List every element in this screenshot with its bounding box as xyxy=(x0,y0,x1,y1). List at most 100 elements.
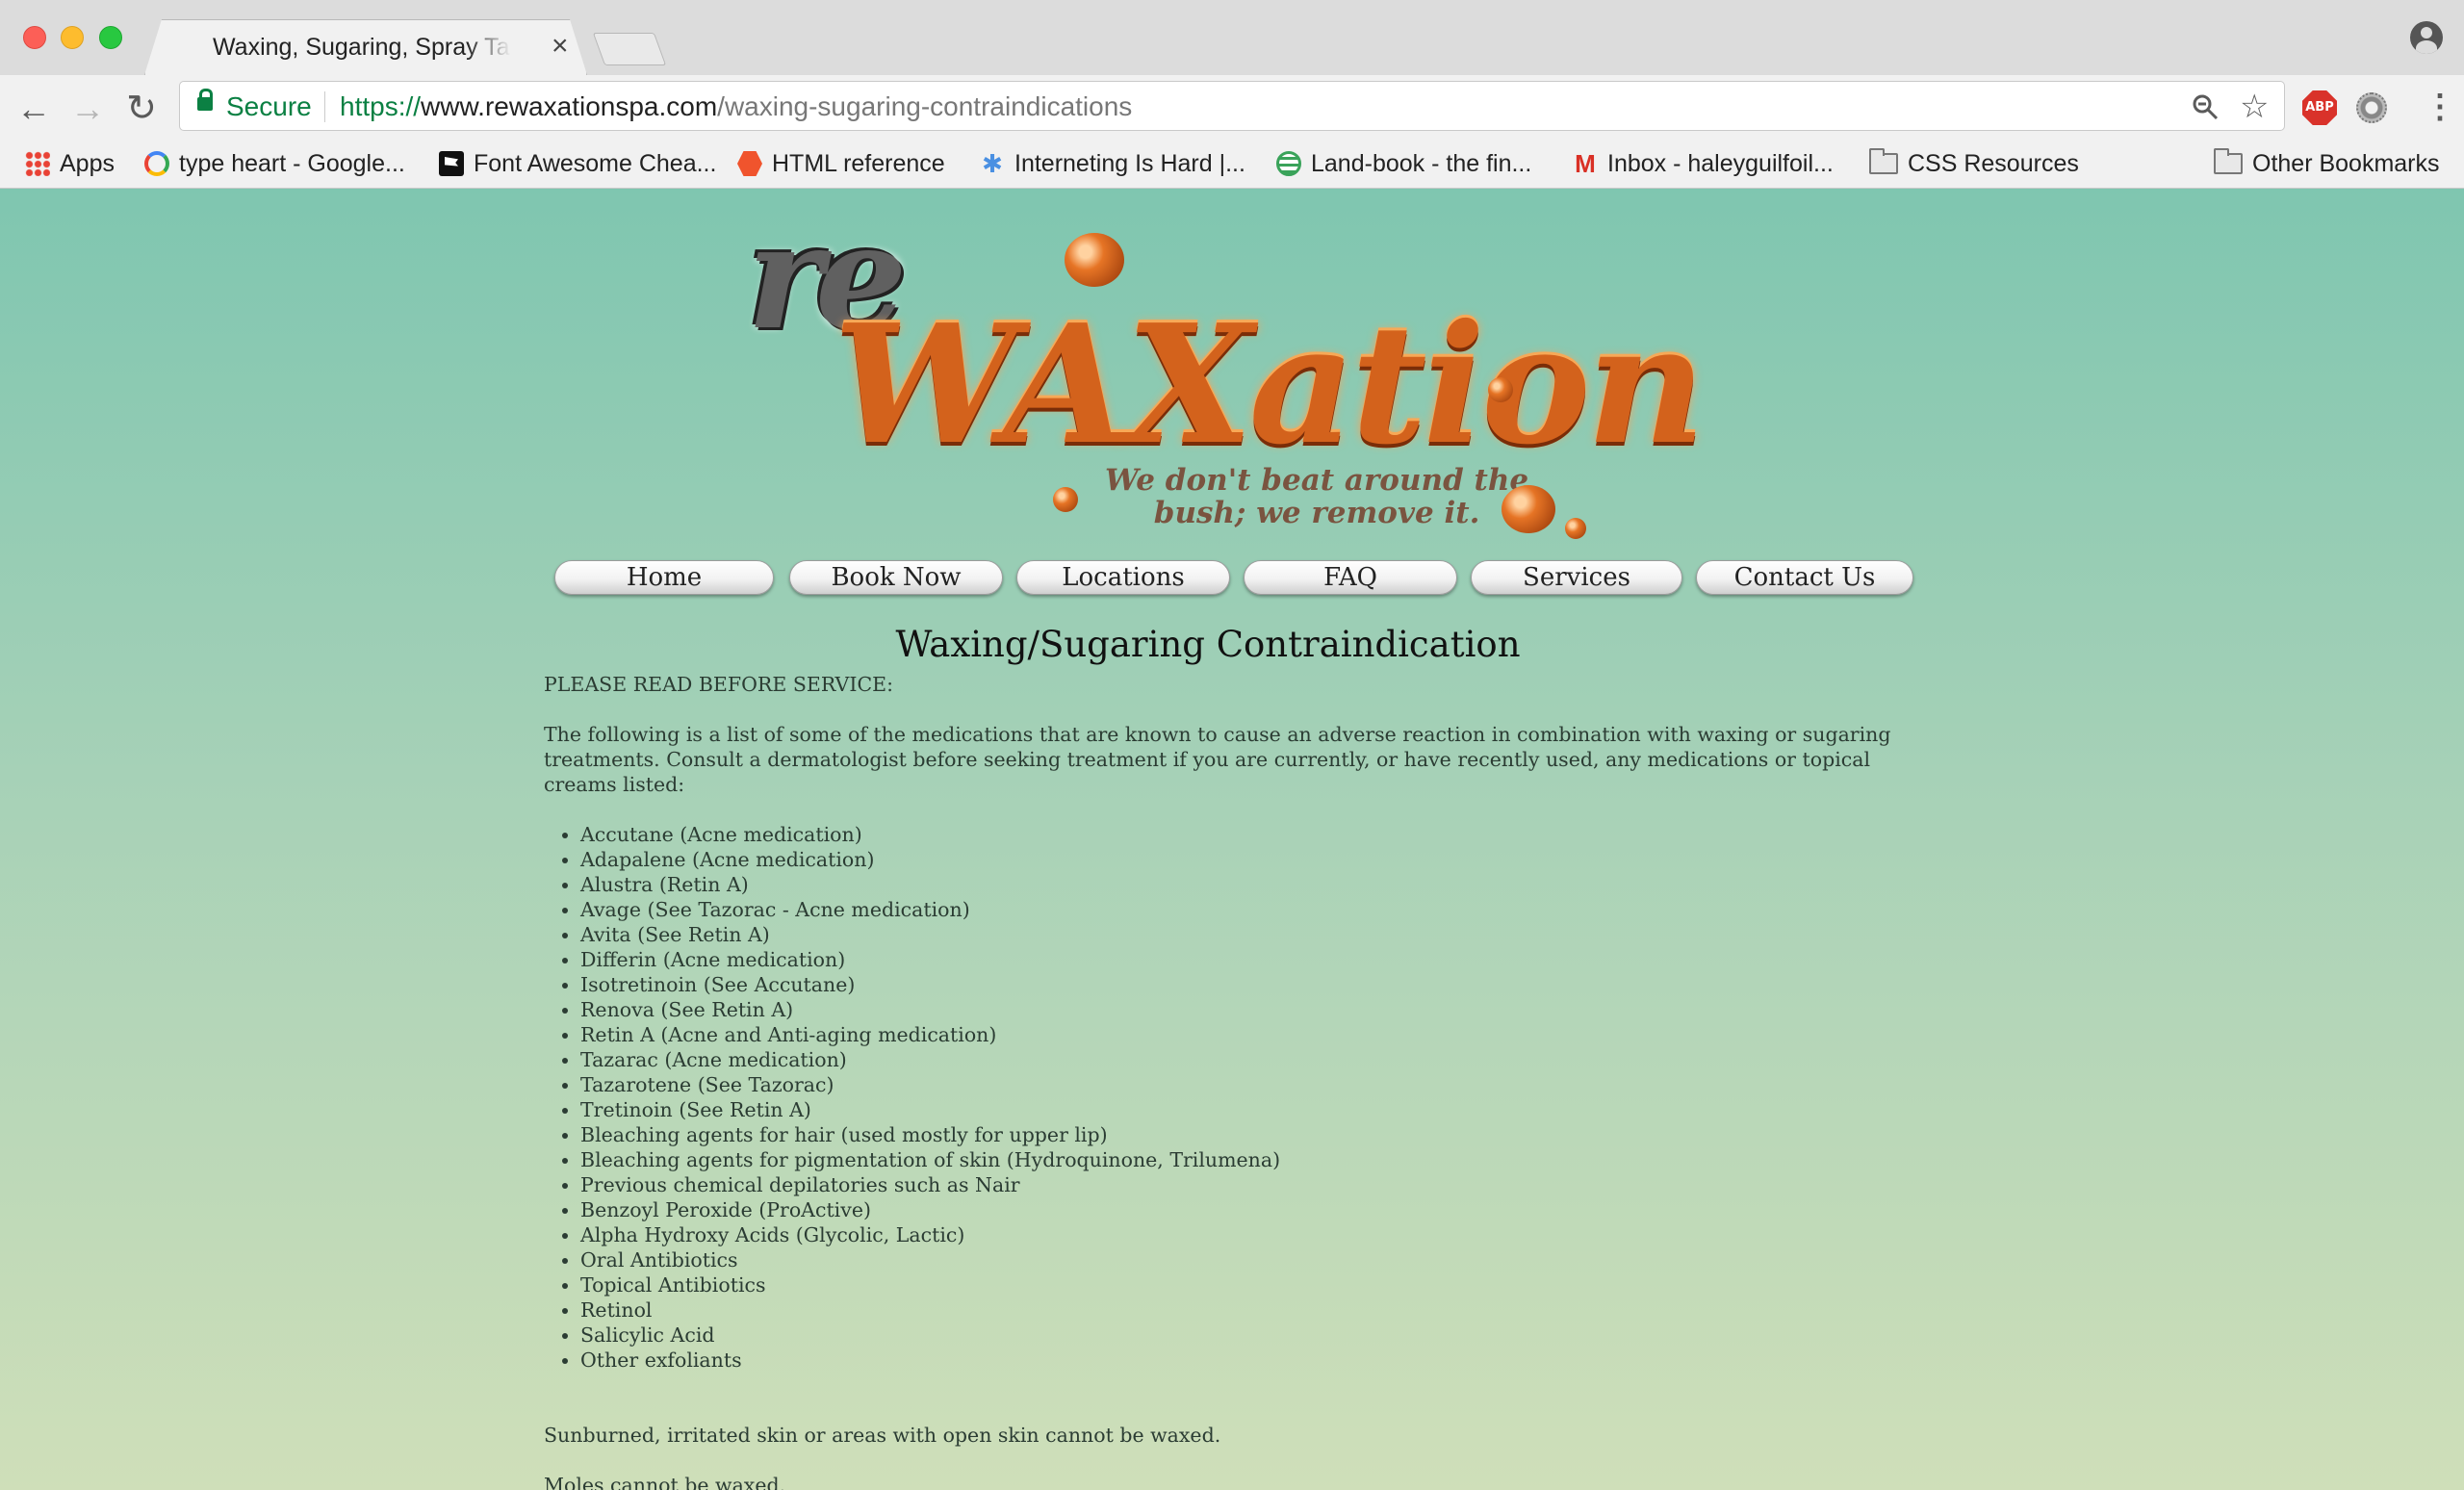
bookmarks-bar: Apps type heart - Google... Font Awesome… xyxy=(0,142,2464,189)
moles-note: Moles cannot be waxed. xyxy=(544,1474,786,1490)
list-item: Bleaching agents for pigmentation of ski… xyxy=(580,1147,1920,1172)
url-path: /waxing-sugaring-contraindications xyxy=(717,91,1133,121)
tab-active[interactable]: Waxing, Sugaring, Spray Tanning × xyxy=(144,19,587,75)
bookmark-font-awesome[interactable]: Font Awesome Chea... xyxy=(439,146,716,181)
wax-drop-icon xyxy=(1065,233,1124,287)
list-item: Avita (See Retin A) xyxy=(580,922,1920,947)
bookmark-label: CSS Resources xyxy=(1908,149,2079,177)
list-item: Isotretinoin (See Accutane) xyxy=(580,972,1920,997)
apps-icon xyxy=(25,151,50,176)
list-item: Tretinoin (See Retin A) xyxy=(580,1097,1920,1122)
list-item: Previous chemical depilatories such as N… xyxy=(580,1172,1920,1197)
tagline-line-2: bush; we remove it. xyxy=(1153,496,1480,530)
interneting-is-hard-icon: ✱ xyxy=(982,149,1003,178)
list-item: Tazarotene (See Tazorac) xyxy=(580,1072,1920,1097)
nav-locations-button[interactable]: Locations xyxy=(1016,560,1230,595)
nav-book-now-button[interactable]: Book Now xyxy=(789,560,1003,595)
bookmark-label: HTML reference xyxy=(772,149,945,177)
html-reference-icon xyxy=(737,151,762,176)
list-item: Avage (See Tazorac - Acne medication) xyxy=(580,897,1920,922)
list-item: Oral Antibiotics xyxy=(580,1247,1920,1272)
bookmark-type-heart[interactable]: type heart - Google... xyxy=(144,146,405,181)
list-item: Alpha Hydroxy Acids (Glycolic, Lactic) xyxy=(580,1222,1920,1247)
nav-services-button[interactable]: Services xyxy=(1471,560,1682,595)
secure-label: Secure xyxy=(226,91,312,121)
list-item: Renova (See Retin A) xyxy=(580,997,1920,1022)
bookmark-html-reference[interactable]: HTML reference xyxy=(737,146,945,181)
bookmark-inbox[interactable]: M Inbox - haleyguilfoil... xyxy=(1573,146,1834,181)
other-bookmarks[interactable]: Other Bookmarks xyxy=(2214,146,2440,181)
folder-icon xyxy=(2214,148,2243,174)
tab-strip: Waxing, Sugaring, Spray Tanning × xyxy=(0,0,2464,75)
list-item: Alustra (Retin A) xyxy=(580,872,1920,897)
main-nav: Home Book Now Locations FAQ Services Con… xyxy=(554,560,1913,597)
page-title: Waxing/Sugaring Contraindication xyxy=(895,624,1521,665)
close-window-button[interactable] xyxy=(23,26,46,49)
wax-drop-icon xyxy=(1502,485,1555,533)
adblock-plus-icon[interactable]: ABP xyxy=(2302,90,2337,125)
nav-faq-button[interactable]: FAQ xyxy=(1244,560,1457,595)
url-scheme: https:// xyxy=(340,91,422,121)
other-bookmarks-label: Other Bookmarks xyxy=(2252,149,2440,177)
list-item: Differin (Acne medication) xyxy=(580,947,1920,972)
sunburn-note: Sunburned, irritated skin or areas with … xyxy=(544,1424,1221,1447)
profile-icon[interactable] xyxy=(2410,21,2443,54)
intro-text: The following is a list of some of the m… xyxy=(544,723,1891,796)
bookmark-css-resources[interactable]: CSS Resources xyxy=(1869,146,2079,181)
logo-tagline: We don't beat around the bush; we remove… xyxy=(1105,464,1528,529)
new-tab-button[interactable] xyxy=(592,33,667,65)
bookmark-label: Font Awesome Chea... xyxy=(474,149,717,177)
bookmark-label: Inbox - haleyguilfoil... xyxy=(1607,149,1834,177)
bookmark-interneting-is-hard[interactable]: ✱ Interneting Is Hard |... xyxy=(980,146,1245,181)
nav-contact-us-button[interactable]: Contact Us xyxy=(1696,560,1913,595)
tab-title: Waxing, Sugaring, Spray Tanning xyxy=(213,34,510,61)
gmail-icon: M xyxy=(1575,149,1596,178)
list-item: Tazarac (Acne medication) xyxy=(580,1047,1920,1072)
url-text[interactable]: https://www.rewaxationspa.com/waxing-sug… xyxy=(340,91,1132,122)
wax-drop-icon xyxy=(1488,377,1513,402)
bookmark-land-book[interactable]: Land-book - the fin... xyxy=(1276,146,1531,181)
list-item: Retinol xyxy=(580,1297,1920,1323)
extension-gear-icon[interactable] xyxy=(2356,92,2387,123)
bookmark-apps[interactable]: Apps xyxy=(25,146,115,181)
list-item: Topical Antibiotics xyxy=(580,1272,1920,1297)
main-content: Waxing/Sugaring Contraindication PLEASE … xyxy=(544,624,1920,1490)
forward-button[interactable]: → xyxy=(67,89,108,129)
page-body: re WAXation We don't beat around the bus… xyxy=(0,189,2464,1490)
nav-home-button[interactable]: Home xyxy=(554,560,774,595)
google-icon xyxy=(144,151,169,176)
zoom-icon[interactable] xyxy=(2192,93,2219,120)
notice-text: PLEASE READ BEFORE SERVICE: xyxy=(544,673,894,696)
reload-button[interactable]: ↻ xyxy=(121,89,162,129)
browser-menu-icon[interactable]: ⋮ xyxy=(2424,89,2456,125)
bookmark-label: Interneting Is Hard |... xyxy=(1014,149,1245,177)
logo-wordmark: WAXation xyxy=(834,289,1706,481)
list-item: Benzoyl Peroxide (ProActive) xyxy=(580,1197,1920,1222)
maximize-window-button[interactable] xyxy=(99,26,122,49)
address-bar[interactable]: Secure https://www.rewaxationspa.com/wax… xyxy=(179,81,2285,131)
font-awesome-icon xyxy=(439,151,464,176)
bookmark-label: type heart - Google... xyxy=(179,149,405,177)
land-book-icon xyxy=(1276,151,1301,176)
tab-close-icon[interactable]: × xyxy=(552,30,569,63)
back-button[interactable]: ← xyxy=(13,89,54,129)
tagline-line-1: We don't beat around the xyxy=(1105,463,1529,498)
wax-drop-icon xyxy=(1053,487,1078,512)
folder-icon xyxy=(1869,148,1898,174)
bookmark-star-icon[interactable]: ☆ xyxy=(2240,88,2269,126)
minimize-window-button[interactable] xyxy=(61,26,84,49)
bookmark-label: Apps xyxy=(60,149,115,177)
site-logo[interactable]: re WAXation We don't beat around the bus… xyxy=(747,193,1706,568)
medication-list: Accutane (Acne medication) Adapalene (Ac… xyxy=(580,822,1920,1373)
browser-chrome: Waxing, Sugaring, Spray Tanning × ← → ↻ … xyxy=(0,0,2464,189)
list-item: Adapalene (Acne medication) xyxy=(580,847,1920,872)
wax-drop-icon xyxy=(1565,518,1586,539)
toolbar: ← → ↻ Secure https://www.rewaxationspa.c… xyxy=(0,75,2464,142)
list-item: Other exfoliants xyxy=(580,1348,1920,1373)
lock-icon xyxy=(197,89,213,111)
list-item: Salicylic Acid xyxy=(580,1323,1920,1348)
